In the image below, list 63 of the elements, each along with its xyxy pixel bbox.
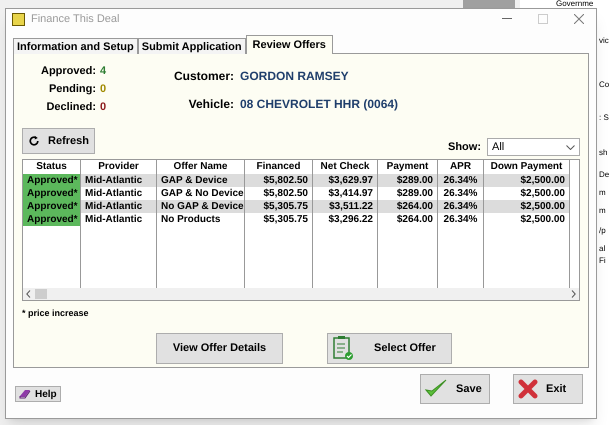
background-text: Co (599, 80, 609, 89)
count-label: Approved: (40, 64, 96, 79)
background-text: De (599, 170, 609, 179)
save-button[interactable]: Save (420, 374, 490, 404)
background-text: Governme (556, 0, 594, 8)
detail-label: Vehicle: (188, 96, 234, 113)
count-value: 0 (100, 100, 106, 115)
background-text: Fi (599, 256, 606, 265)
clipboard-check-icon (332, 335, 354, 361)
count-label: Pending: (48, 82, 96, 97)
horizontal-scrollbar[interactable] (23, 288, 579, 300)
close-icon[interactable] (574, 14, 584, 24)
select-offer-button[interactable]: Select Offer (327, 332, 452, 364)
exit-button[interactable]: Exit (513, 374, 583, 404)
table-cell: $2,500.00 (484, 174, 569, 187)
table-cell: $289.00 (378, 174, 437, 187)
count-value: 4 (100, 64, 106, 79)
view-offer-details-button[interactable]: View Offer Details (156, 332, 283, 364)
help-button[interactable]: Help (15, 386, 61, 402)
footnote-text: * price increase (22, 307, 90, 320)
detail-value: 08 CHEVROLET HHR (0064) (240, 96, 398, 113)
background-text: /p (599, 226, 606, 235)
table-cell: $5,802.50 (245, 174, 312, 187)
table-cell: 26.34% (438, 200, 483, 213)
refresh-button[interactable]: Refresh (22, 128, 95, 154)
table-cell: Mid-Atlantic (81, 200, 156, 213)
background-text: al (599, 244, 606, 253)
table-cell: Approved* (23, 187, 80, 200)
table-cell: $3,629.97 (313, 174, 377, 187)
scrollbar-thumb[interactable] (35, 289, 47, 299)
background-text: sh (599, 148, 608, 157)
background-text: vic (599, 36, 609, 45)
show-label: Show: (448, 140, 481, 155)
table-cell: GAP & Device (157, 174, 244, 187)
table-cell: Approved* (23, 174, 80, 187)
tab[interactable]: Submit Application (138, 38, 246, 54)
cross-icon (518, 379, 538, 399)
app-logo-icon (12, 12, 25, 26)
table-cell: Approved* (23, 200, 80, 213)
detail-value: GORDON RAMSEY (240, 68, 349, 85)
count-label: Declined: (45, 100, 96, 115)
show-dropdown[interactable]: All (487, 138, 580, 156)
tab[interactable]: Information and Setup (13, 38, 138, 54)
table-cell: Mid-Atlantic (81, 174, 156, 187)
scroll-left-icon[interactable] (26, 290, 31, 298)
table-cell: Approved* (23, 213, 80, 226)
scroll-right-icon[interactable] (571, 290, 576, 298)
table-cell: $264.00 (378, 200, 437, 213)
table-cell: $5,305.75 (245, 200, 312, 213)
count-value: 0 (100, 82, 106, 97)
table-cell: $2,500.00 (484, 200, 569, 213)
table-cell: No GAP & Device (157, 200, 244, 213)
tab[interactable]: Review Offers (246, 35, 333, 54)
background-text: m (599, 188, 606, 197)
table-cell: 26.34% (438, 174, 483, 187)
window-title: Finance This Deal (31, 12, 120, 27)
table-cell: $3,511.22 (313, 200, 377, 213)
background-text: : S (599, 113, 609, 122)
detail-label: Customer: (172, 68, 234, 85)
background-text: m (599, 206, 606, 215)
minimize-icon[interactable] (502, 18, 512, 20)
dropdown-caret-icon (566, 144, 575, 150)
book-icon (19, 389, 31, 399)
